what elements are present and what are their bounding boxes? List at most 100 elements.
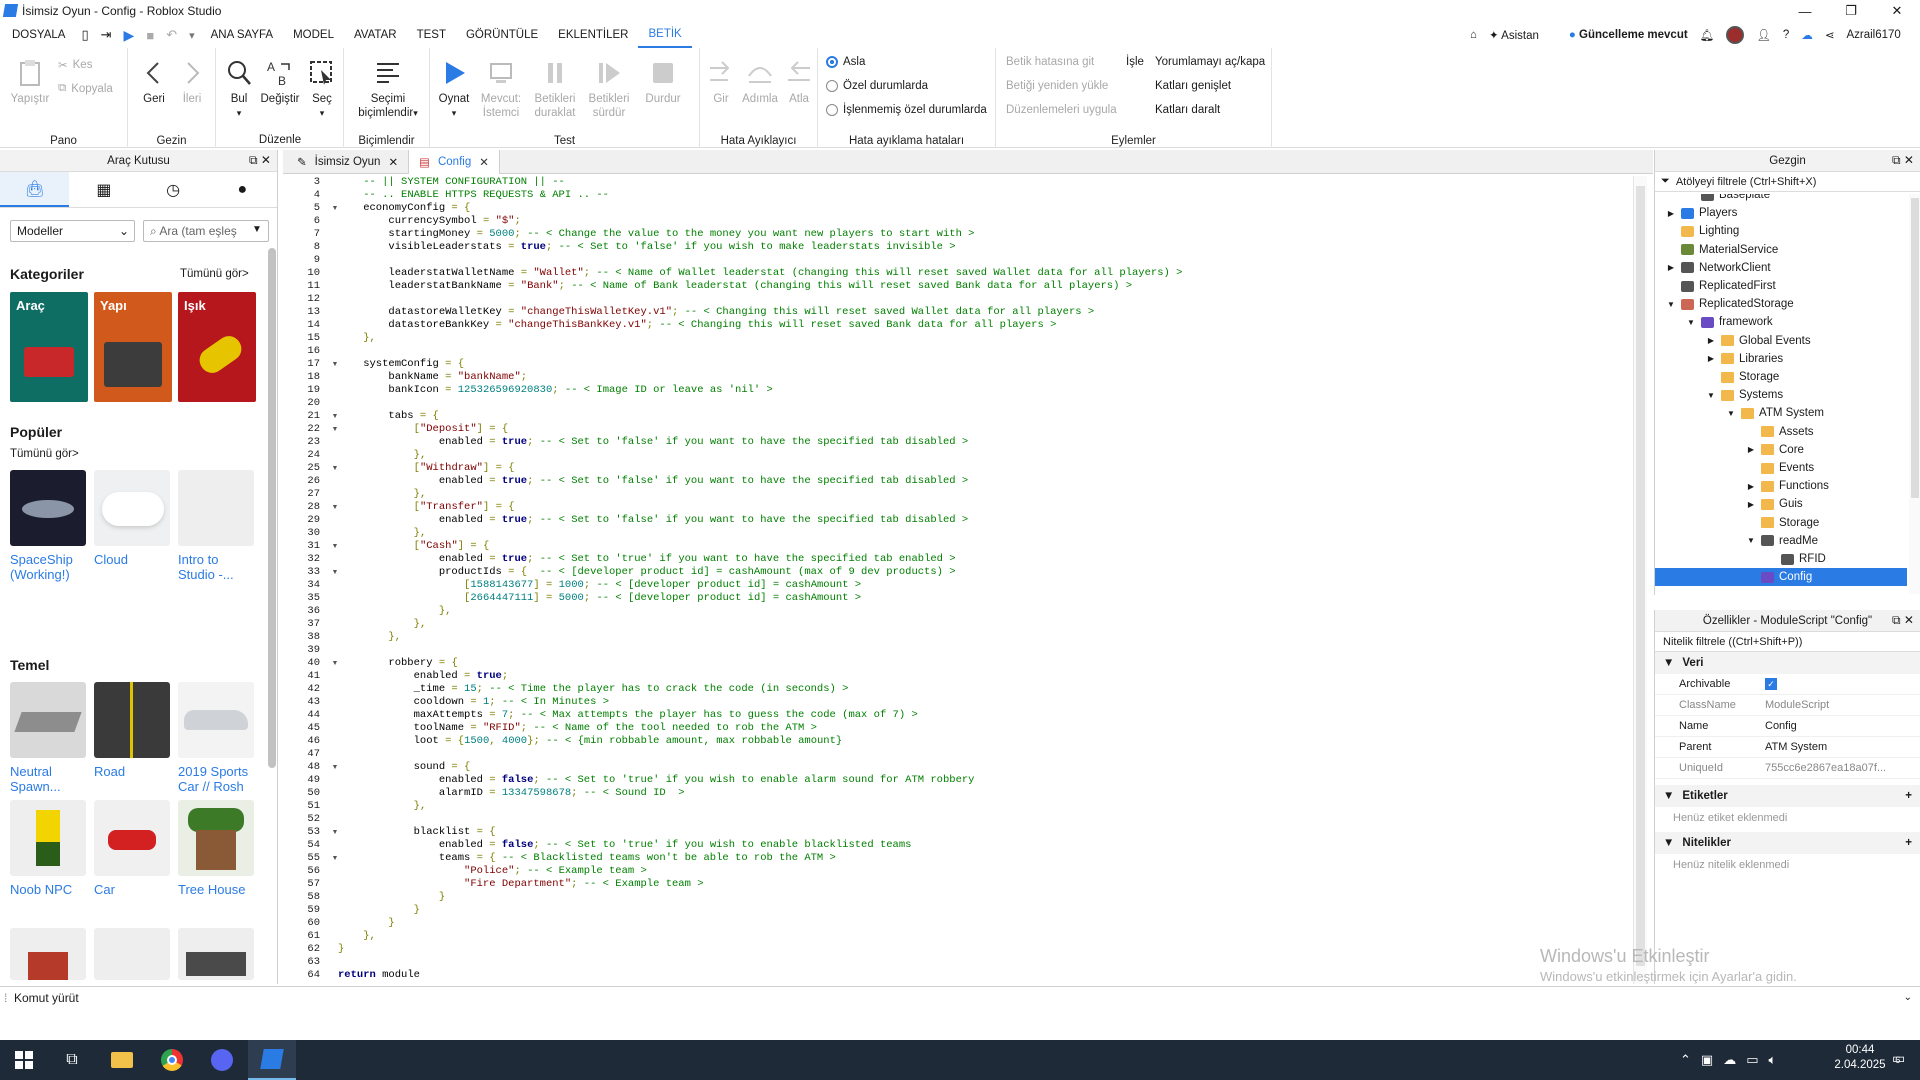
asset-tree-house[interactable]: Tree House xyxy=(178,800,254,897)
categories-see-all-link[interactable]: Tümünü gör> xyxy=(180,268,249,280)
code-line[interactable]: -- .. ENABLE HTTPS REQUESTS & API .. -- xyxy=(338,189,1628,202)
code-line[interactable] xyxy=(338,293,1628,306)
play-button[interactable]: Oynat ▾ xyxy=(434,58,474,120)
property-name[interactable]: Name Config xyxy=(1655,716,1920,737)
code-line[interactable]: sound = { xyxy=(338,761,1628,774)
collapsed-arrow-icon[interactable]: ▶ xyxy=(1666,209,1676,218)
code-line[interactable]: _time = 15; -- < Time the player has to … xyxy=(338,683,1628,696)
code-line[interactable]: currencySymbol = "$"; xyxy=(338,215,1628,228)
explorer-item-global-events[interactable]: ▶ Global Events xyxy=(1655,332,1907,350)
go-to-script-error-button[interactable]: Betik hatasına git xyxy=(1006,56,1094,68)
code-line[interactable]: economyConfig = { xyxy=(338,202,1628,215)
expanded-arrow-icon[interactable]: ▼ xyxy=(1726,409,1736,418)
code-line[interactable]: }, xyxy=(338,527,1628,540)
panel-dock-close-icons[interactable]: ⧉ ✕ xyxy=(1892,153,1914,168)
explorer-item-assets[interactable]: Assets xyxy=(1655,423,1907,441)
explorer-item-baseplate[interactable]: Baseplate xyxy=(1655,194,1907,204)
code-line[interactable] xyxy=(338,956,1628,969)
tab-untitled-game[interactable]: ✎ İsimsiz Oyun ✕ xyxy=(283,150,410,174)
code-line[interactable]: startingMoney = 5000; -- < Change the va… xyxy=(338,228,1628,241)
editor-scrollbar[interactable] xyxy=(1633,176,1647,984)
code-line[interactable]: enabled = false; -- < Set to 'true' if y… xyxy=(338,839,1628,852)
command-bar[interactable]: Komut yürüt ⁞ ⌄ xyxy=(0,986,1920,1008)
onedrive-icon[interactable]: ☁ xyxy=(1723,1052,1736,1068)
new-file-icon[interactable]: ▯ xyxy=(81,27,88,43)
radio-unhandled[interactable]: İşlenmemiş özel durumlarda xyxy=(826,104,987,116)
property-archivable[interactable]: Archivable ✓ xyxy=(1655,674,1920,695)
collapsed-arrow-icon[interactable]: ▶ xyxy=(1706,354,1716,363)
commit-button[interactable]: İşle xyxy=(1126,56,1144,68)
explorer-item-replicatedstorage[interactable]: ▼ ReplicatedStorage xyxy=(1655,295,1907,313)
code-line[interactable]: leaderstatBankName = "Bank"; -- < Name o… xyxy=(338,280,1628,293)
expanded-arrow-icon[interactable]: ▼ xyxy=(1706,391,1716,400)
clock[interactable]: 00:44 2.04.2025 xyxy=(1832,1044,1888,1071)
asset-intro-studio[interactable]: Intro to Studio -... xyxy=(178,470,254,582)
checkbox-checked-icon[interactable]: ✓ xyxy=(1765,678,1777,690)
code-line[interactable]: }, xyxy=(338,930,1628,943)
help-icon[interactable]: ? xyxy=(1783,29,1789,41)
data-section-header[interactable]: ▼ Veri xyxy=(1655,652,1920,674)
code-line[interactable]: "Fire Department"; -- < Example team > xyxy=(338,878,1628,891)
code-area[interactable]: -- || SYSTEM CONFIGURATION || -- -- .. E… xyxy=(338,176,1628,984)
file-menu[interactable]: DOSYALA xyxy=(0,22,75,48)
code-line[interactable]: alarmID = 13347598678; -- < Sound ID > xyxy=(338,787,1628,800)
code-line[interactable]: }, xyxy=(338,618,1628,631)
find-button[interactable]: Bul ▾ xyxy=(220,58,258,120)
minimize-icon[interactable]: — xyxy=(1782,0,1828,22)
current-client-button[interactable]: Mevcut: İstemci xyxy=(476,58,526,120)
scrollbar-thumb[interactable] xyxy=(1911,198,1919,498)
panel-dock-close-icons[interactable]: ⧉ ✕ xyxy=(1892,613,1914,628)
code-line[interactable]: }, xyxy=(338,800,1628,813)
replace-button[interactable]: A B Değiştir xyxy=(258,58,302,106)
code-line[interactable]: } xyxy=(338,917,1628,930)
radio-never[interactable]: Asla xyxy=(826,56,865,68)
explorer-filter-input[interactable]: ⏷ Atölyeyi filtrele (Ctrl+Shift+X) xyxy=(1655,172,1920,192)
tab-view[interactable]: GÖRÜNTÜLE xyxy=(456,22,548,48)
code-line[interactable]: loot = {1500, 4000}; -- < {min robbable … xyxy=(338,735,1628,748)
select-dropdown-icon[interactable]: ▾ xyxy=(304,106,340,120)
explorer-item-readme[interactable]: ▼ readMe xyxy=(1655,532,1907,550)
code-line[interactable]: }, xyxy=(338,332,1628,345)
task-view-icon[interactable]: ⧉ xyxy=(48,1040,96,1080)
toolbox-search-input[interactable]: ⌕ Ara (tam eşleş xyxy=(143,220,269,242)
asset-cloud[interactable]: Cloud xyxy=(94,470,170,567)
roblox-studio-taskbar-icon[interactable] xyxy=(248,1040,296,1080)
code-line[interactable] xyxy=(338,644,1628,657)
quick-access-dropdown-icon[interactable]: ▾ xyxy=(189,29,195,42)
reload-script-button[interactable]: Betiği yeniden yükle xyxy=(1006,80,1108,92)
add-tag-icon[interactable]: + xyxy=(1905,790,1912,802)
tab-inventory[interactable]: ▦ xyxy=(69,172,138,207)
code-line[interactable]: enabled = true; -- < Set to 'false' if y… xyxy=(338,475,1628,488)
tab-creations[interactable]: ● xyxy=(208,172,277,207)
property-parent[interactable]: Parent ATM System xyxy=(1655,737,1920,758)
code-line[interactable]: ["Deposit"] = { xyxy=(338,423,1628,436)
cloud-icon[interactable]: ☁ xyxy=(1801,28,1813,42)
update-available-button[interactable]: ● Güncelleme mevcut xyxy=(1569,29,1688,41)
paste-button[interactable]: Yapıştır xyxy=(8,58,52,106)
code-line[interactable]: enabled = false; -- < Set to 'true' if y… xyxy=(338,774,1628,787)
tab-script[interactable]: BETİK xyxy=(638,22,692,48)
asset-store[interactable] xyxy=(178,928,254,986)
code-line[interactable]: tabs = { xyxy=(338,410,1628,423)
undo-icon[interactable]: ↶ xyxy=(166,27,177,43)
asset-neutral-spawn[interactable]: Neutral Spawn... xyxy=(10,682,86,794)
play-icon[interactable]: ▶ xyxy=(124,27,135,44)
explorer-item-systems[interactable]: ▼ Systems xyxy=(1655,386,1907,404)
explorer-item-lighting[interactable]: Lighting xyxy=(1655,222,1907,240)
step-over-button[interactable]: Adımla xyxy=(740,58,780,106)
close-tab-icon[interactable]: ✕ xyxy=(388,155,398,169)
apply-edits-button[interactable]: Düzenlemeleri uygula xyxy=(1006,104,1117,116)
popular-see-all-link[interactable]: Tümünü gör> xyxy=(10,448,79,460)
code-line[interactable]: blacklist = { xyxy=(338,826,1628,839)
code-line[interactable] xyxy=(338,813,1628,826)
panel-dock-close-icons[interactable]: ⧉ ✕ xyxy=(249,153,271,168)
code-line[interactable]: }, xyxy=(338,449,1628,462)
explorer-item-storage[interactable]: Storage xyxy=(1655,368,1907,386)
chrome-icon[interactable] xyxy=(148,1040,196,1080)
tab-avatar[interactable]: AVATAR xyxy=(344,22,407,48)
attributes-section-header[interactable]: ▼ Nitelikler + xyxy=(1655,832,1920,854)
category-buildings[interactable]: Yapı xyxy=(94,292,172,402)
play-dropdown-icon[interactable]: ▾ xyxy=(434,106,474,120)
property-filter-input[interactable]: Nitelik filtrele ((Ctrl+Shift+P)) xyxy=(1655,632,1920,652)
tab-plugins[interactable]: EKLENTİLER xyxy=(548,22,638,48)
